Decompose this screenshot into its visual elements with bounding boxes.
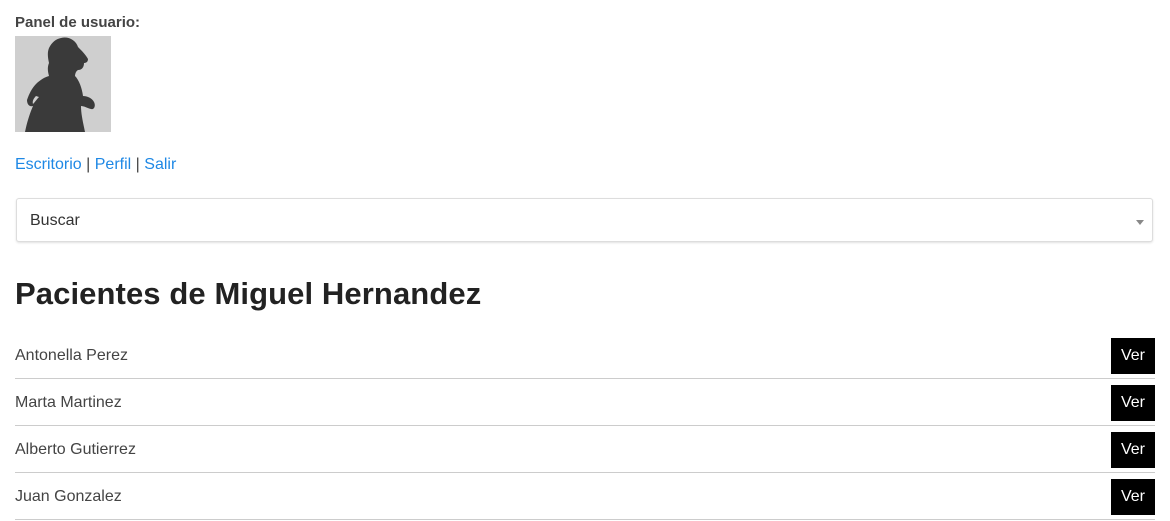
view-patient-button[interactable]: Ver	[1111, 338, 1155, 374]
view-patient-button[interactable]: Ver	[1111, 432, 1155, 468]
patient-name: Alberto Gutierrez	[15, 441, 136, 458]
patient-name: Marta Martinez	[15, 394, 122, 411]
nav-separator: |	[86, 156, 91, 173]
caret-down-icon	[1136, 220, 1144, 225]
patient-row: Alberto Gutierrez Ver	[15, 426, 1155, 473]
runner-silhouette-icon	[25, 37, 95, 132]
patient-row: Juan Gonzalez Ver	[15, 473, 1155, 520]
nav-link-salir[interactable]: Salir	[144, 156, 176, 173]
nav-separator: |	[135, 156, 140, 173]
patient-name: Juan Gonzalez	[15, 488, 122, 505]
patient-row: Antonella Perez Ver	[15, 332, 1155, 379]
page-title: Pacientes de Miguel Hernandez	[15, 276, 482, 311]
panel-label: Panel de usuario:	[15, 14, 141, 31]
nav-link-escritorio[interactable]: Escritorio	[15, 156, 82, 173]
view-patient-button[interactable]: Ver	[1111, 385, 1155, 421]
patient-name: Antonella Perez	[15, 347, 128, 364]
avatar	[15, 36, 111, 132]
user-nav: Escritorio | Perfil | Salir	[15, 156, 176, 174]
search-select-value: Buscar	[30, 212, 80, 229]
patient-row: Marta Martinez Ver	[15, 379, 1155, 426]
view-patient-button[interactable]: Ver	[1111, 479, 1155, 515]
search-select[interactable]: Buscar	[16, 198, 1153, 242]
nav-link-perfil[interactable]: Perfil	[95, 156, 131, 173]
patient-list: Antonella Perez Ver Marta Martinez Ver A…	[15, 332, 1155, 520]
